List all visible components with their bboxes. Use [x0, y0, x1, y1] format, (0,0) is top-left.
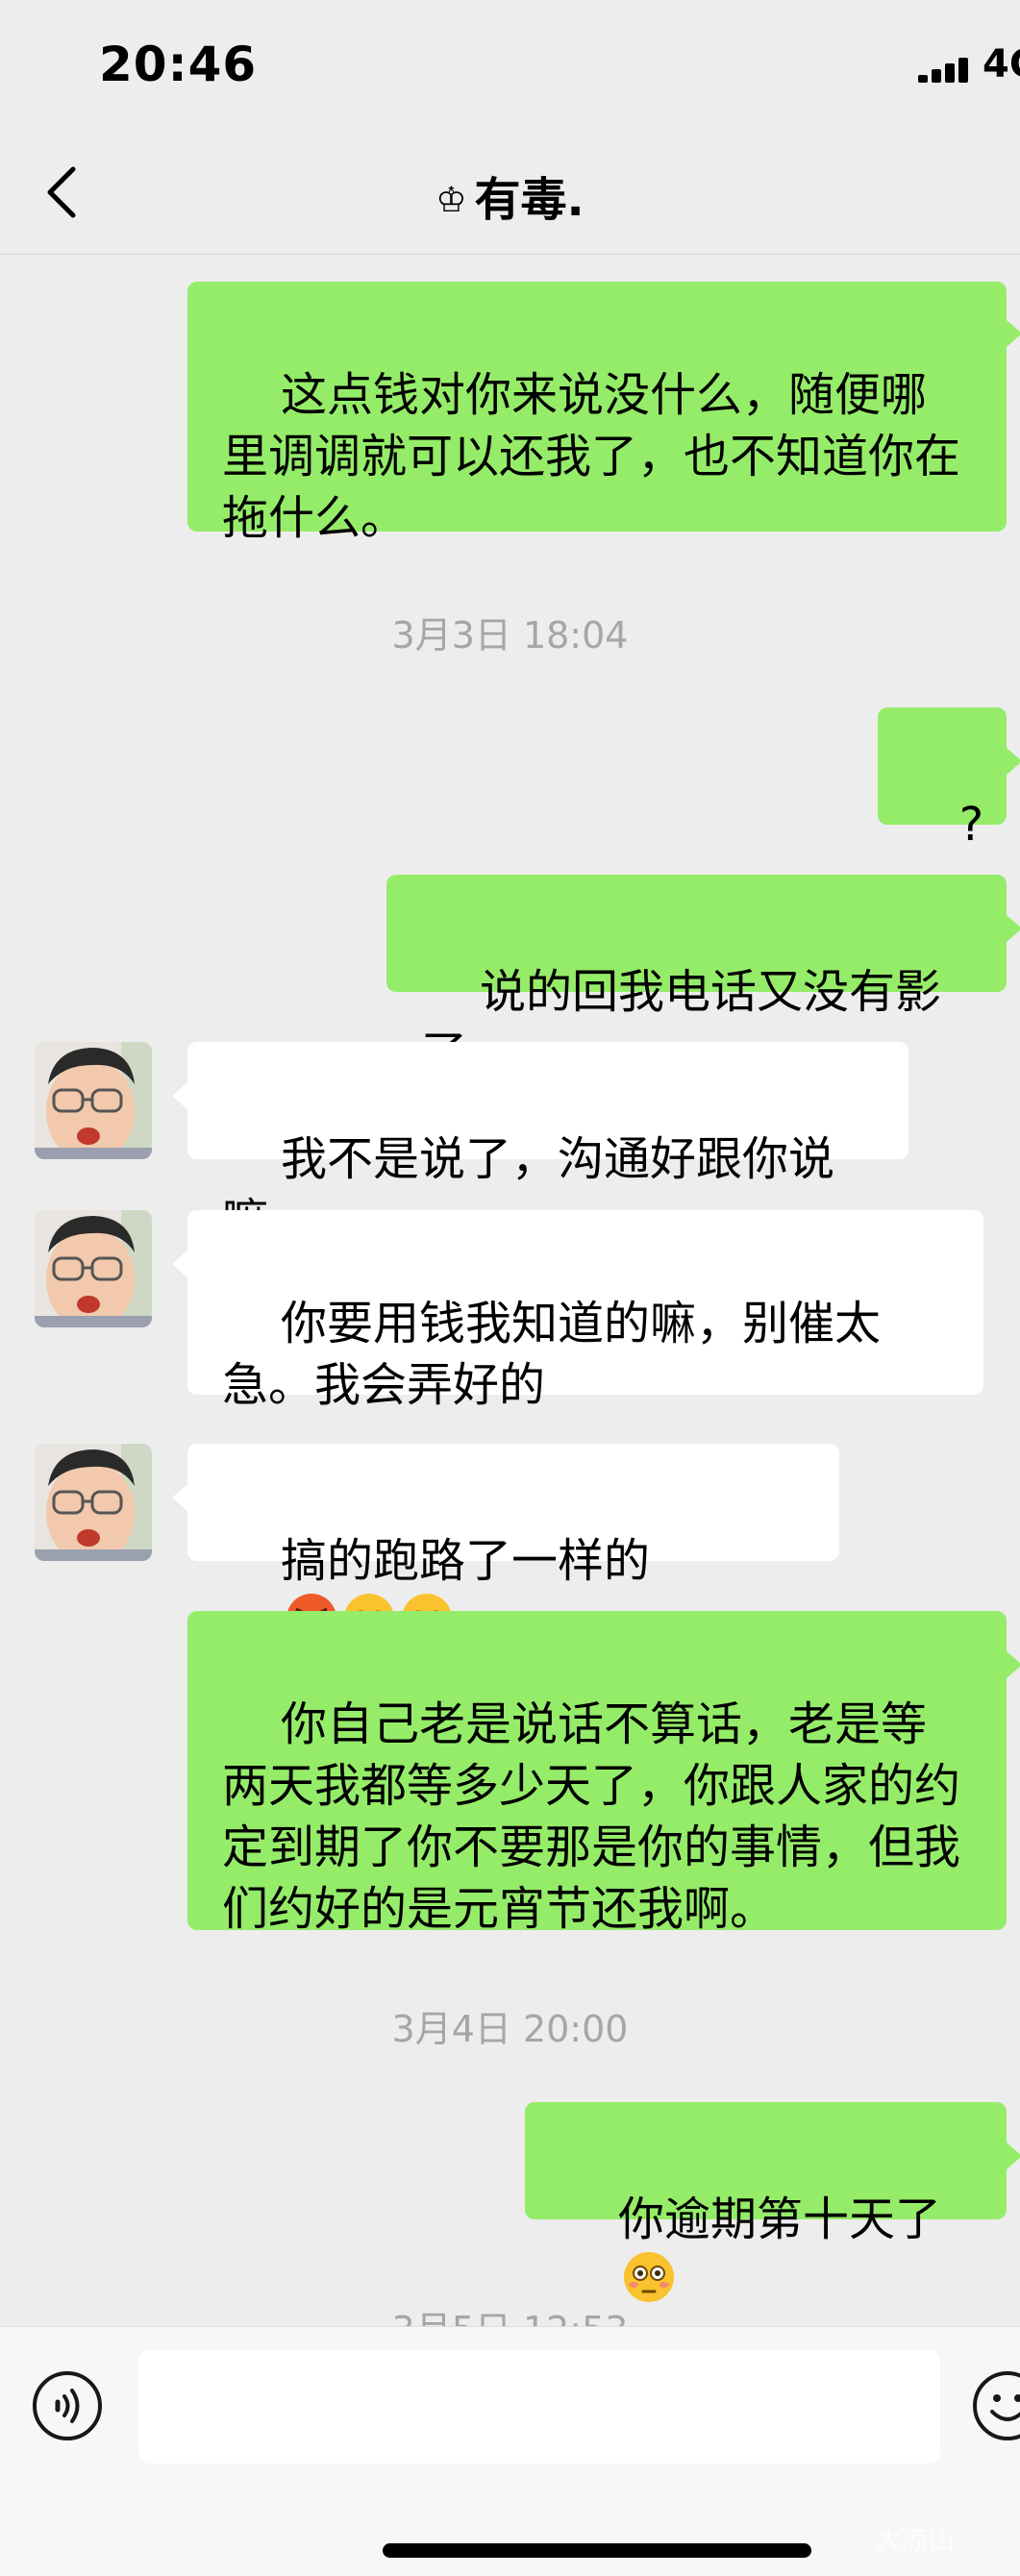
bubble-tail: [1007, 748, 1020, 775]
avatar[interactable]: [35, 1042, 152, 1159]
emoji-smiley-icon[interactable]: [971, 2369, 1020, 2442]
message-list[interactable]: 这点钱对你来说没什么，随便哪里调调就可以还我了，也不知道你在拖什么。 3月3日 …: [0, 255, 1020, 2326]
chat-title: ♔ 有毒.: [0, 161, 1020, 229]
message-input[interactable]: [138, 2350, 940, 2464]
network-type: 4G: [983, 42, 1020, 87]
chat-title-text: 有毒.: [474, 173, 585, 227]
status-bar: 20:46 4G: [0, 0, 1020, 135]
timestamp: 3月4日 20:00: [391, 2008, 629, 2050]
bubble-tail: [1007, 320, 1020, 347]
timestamp: 3月3日 18:04: [391, 614, 629, 656]
message-text: 你逾期第十天了: [618, 2192, 942, 2246]
home-indicator[interactable]: [383, 2543, 811, 2558]
watermark: 大凉山: [875, 2524, 957, 2556]
outgoing-message[interactable]: 你逾期第十天了: [525, 2102, 1007, 2302]
incoming-message[interactable]: 我不是说了，沟通好跟你说嘛: [187, 1042, 908, 1248]
incoming-message[interactable]: 你要用钱我知道的嘛，别催太急。我会弄好的: [187, 1210, 983, 1412]
outgoing-message[interactable]: 你自己老是说话不算话，老是等两天我都等多少天了，你跟人家的约定到期了你不要那是你…: [187, 1611, 1007, 1936]
outgoing-message[interactable]: 这点钱对你来说没什么，随便哪里调调就可以还我了，也不知道你在拖什么。: [187, 282, 1007, 545]
avatar-photo-icon: [35, 1042, 152, 1159]
chat-header: ♔ 有毒.: [0, 135, 1020, 255]
bubble-tail: [172, 1484, 187, 1511]
bubble-tail: [1007, 915, 1020, 942]
status-time: 20:46: [99, 37, 258, 92]
flushed-face-emoji: [624, 2252, 675, 2302]
message-text: 搞的跑路了一样的: [281, 1534, 651, 1588]
avatar[interactable]: [35, 1210, 152, 1327]
incoming-message[interactable]: 搞的跑路了一样的: [187, 1444, 839, 1644]
bubble-tail: [172, 1251, 187, 1277]
bubble-tail: [1007, 1651, 1020, 1678]
voice-input-icon[interactable]: [31, 2369, 104, 2442]
message-text: ?: [958, 798, 984, 852]
avatar[interactable]: [35, 1444, 152, 1561]
outgoing-message[interactable]: 说的回我电话又没有影了: [386, 875, 1007, 1080]
input-bar: 大凉山: [0, 2326, 1020, 2576]
message-text: 你自己老是说话不算话，老是等两天我都等多少天了，你跟人家的约定到期了你不要那是你…: [222, 1697, 961, 1936]
signal-strength-icon: [918, 58, 972, 83]
bubble-tail: [172, 1082, 187, 1109]
outgoing-message[interactable]: ?: [878, 707, 1007, 852]
message-text: 你要用钱我知道的嘛，别催太急。我会弄好的: [222, 1297, 882, 1412]
message-text: 这点钱对你来说没什么，随便哪里调调就可以还我了，也不知道你在拖什么。: [222, 368, 961, 545]
crown-icon: ♔: [435, 181, 467, 220]
avatar-photo-icon: [35, 1444, 152, 1561]
timestamp: 3月5日 12:53: [0, 2300, 1020, 2326]
avatar-photo-icon: [35, 1210, 152, 1327]
bubble-tail: [1007, 2143, 1020, 2169]
